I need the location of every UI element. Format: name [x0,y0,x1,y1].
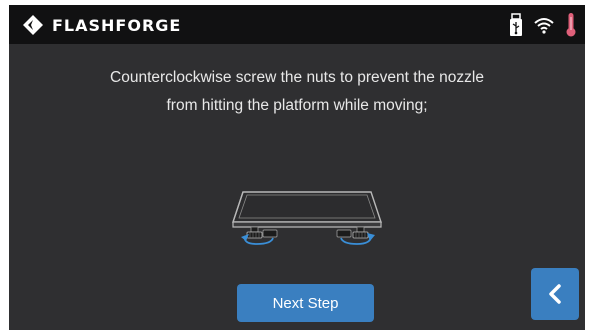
build-platform-illustration [232,191,382,245]
wifi-icon[interactable] [533,15,555,35]
instruction-text: Counterclockwise screw the nuts to preve… [9,64,585,120]
flashforge-logo-icon [23,15,43,35]
usb-drive-icon[interactable] [509,12,523,37]
printer-screen: FLASHFORGE Counterclockwise screw the nu… [9,5,585,330]
instruction-line-1: Counterclockwise screw the nuts to preve… [110,69,484,86]
back-button[interactable] [531,268,579,320]
brand-logo: FLASHFORGE [22,14,181,36]
chevron-left-icon [549,284,561,304]
thermometer-icon[interactable] [565,12,577,38]
status-icons [499,12,577,37]
top-bar: FLASHFORGE [9,5,585,44]
next-step-button[interactable]: Next Step [237,284,374,322]
instruction-line-2: from hitting the platform while moving; [166,97,428,114]
brand-name: FLASHFORGE [52,15,182,35]
